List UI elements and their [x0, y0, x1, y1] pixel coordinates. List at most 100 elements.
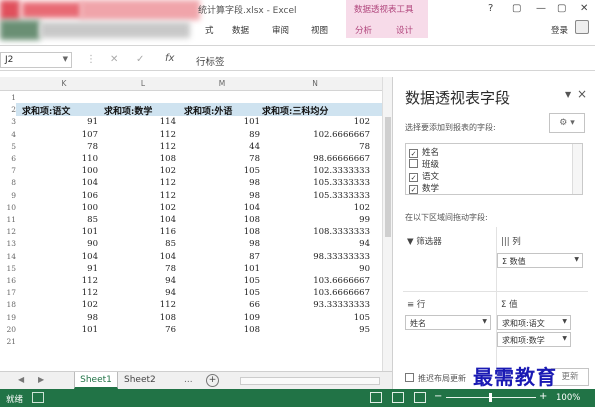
- table-cell[interactable]: 104: [28, 178, 98, 188]
- add-sheet-button[interactable]: +: [206, 374, 219, 387]
- table-cell[interactable]: 104: [106, 252, 176, 262]
- table-cell[interactable]: 91: [28, 117, 98, 127]
- chevron-down-icon[interactable]: ▼: [562, 318, 567, 325]
- chevron-down-icon[interactable]: ▼: [562, 335, 567, 342]
- table-cell[interactable]: 108: [190, 325, 260, 335]
- zoom-level[interactable]: 100%: [556, 393, 580, 403]
- rows-zone-item[interactable]: 姓名 ▼: [405, 315, 491, 330]
- table-cell[interactable]: 102: [270, 117, 370, 127]
- table-cell[interactable]: 98.66666667: [270, 154, 370, 164]
- table-cell[interactable]: 99: [270, 215, 370, 225]
- table-cell[interactable]: 102: [106, 203, 176, 213]
- tab-formulas[interactable]: 式: [205, 24, 214, 36]
- enter-icon[interactable]: ✓: [136, 54, 144, 65]
- table-cell[interactable]: 76: [106, 325, 176, 335]
- table-cell[interactable]: 101: [190, 117, 260, 127]
- defer-update-checkbox[interactable]: 推迟布局更新: [405, 373, 466, 384]
- ribbon-display-icon[interactable]: ▢: [512, 3, 521, 14]
- table-cell[interactable]: 105: [270, 313, 370, 323]
- table-cell[interactable]: 108.3333333: [270, 227, 370, 237]
- field-item-chinese[interactable]: ✓ 语文: [409, 170, 439, 182]
- column-header[interactable]: N: [305, 79, 325, 88]
- row-header[interactable]: 5: [0, 142, 16, 151]
- chevron-down-icon[interactable]: ▼: [574, 256, 579, 263]
- prev-sheet-icon[interactable]: ◀: [18, 375, 24, 384]
- table-cell[interactable]: 98.33333333: [270, 252, 370, 262]
- next-sheet-icon[interactable]: ▶: [38, 375, 44, 384]
- row-header[interactable]: 9: [0, 191, 16, 200]
- horizontal-scrollbar[interactable]: [240, 377, 380, 385]
- table-cell[interactable]: 105: [190, 288, 260, 298]
- normal-view-icon[interactable]: [370, 392, 382, 403]
- table-cell[interactable]: 90: [270, 264, 370, 274]
- table-cell[interactable]: 66: [190, 300, 260, 310]
- table-cell[interactable]: 103.6666667: [270, 288, 370, 298]
- table-cell[interactable]: 94: [270, 239, 370, 249]
- table-cell[interactable]: 105.3333333: [270, 191, 370, 201]
- checkbox-checked[interactable]: ✓: [409, 149, 418, 158]
- table-cell[interactable]: 78: [190, 154, 260, 164]
- row-header[interactable]: 11: [0, 215, 16, 224]
- help-icon[interactable]: ?: [488, 3, 493, 14]
- table-cell[interactable]: 108: [106, 154, 176, 164]
- chevron-down-icon[interactable]: ▼: [482, 318, 487, 325]
- tab-sheet2[interactable]: Sheet2: [124, 375, 156, 385]
- row-header[interactable]: 12: [0, 227, 16, 236]
- table-cell[interactable]: 98: [190, 191, 260, 201]
- table-cell[interactable]: 98: [190, 178, 260, 188]
- table-cell[interactable]: 102: [270, 203, 370, 213]
- zoom-out-button[interactable]: −: [434, 391, 442, 402]
- table-cell[interactable]: 102: [28, 300, 98, 310]
- table-cell[interactable]: 114: [106, 117, 176, 127]
- login-link[interactable]: 登录: [551, 24, 568, 36]
- table-cell[interactable]: 78: [106, 264, 176, 274]
- table-cell[interactable]: 100: [28, 166, 98, 176]
- checkbox-unchecked[interactable]: [409, 159, 418, 168]
- row-header[interactable]: 14: [0, 252, 16, 261]
- page-layout-icon[interactable]: [392, 392, 404, 403]
- table-cell[interactable]: 94: [106, 288, 176, 298]
- table-cell[interactable]: 108: [106, 313, 176, 323]
- table-cell[interactable]: 112: [28, 276, 98, 286]
- more-sheets-button[interactable]: ...: [184, 375, 193, 385]
- chevron-down-icon[interactable]: ▼: [565, 90, 571, 99]
- values-zone-item[interactable]: 求和项:语文 ▼: [497, 315, 571, 330]
- column-header[interactable]: K: [54, 79, 74, 88]
- row-header[interactable]: 3: [0, 117, 16, 126]
- table-cell[interactable]: 93.33333333: [270, 300, 370, 310]
- close-icon[interactable]: ✕: [580, 3, 588, 14]
- macro-record-icon[interactable]: [32, 392, 44, 403]
- tab-sheet1[interactable]: Sheet1: [74, 372, 118, 389]
- formula-input[interactable]: 行标签: [196, 54, 225, 68]
- vertical-scrollbar[interactable]: [382, 77, 392, 371]
- table-cell[interactable]: 90: [28, 239, 98, 249]
- table-cell[interactable]: 98: [28, 313, 98, 323]
- table-cell[interactable]: 102.6666667: [270, 130, 370, 140]
- values-zone-item[interactable]: 求和项:数学 ▼: [497, 332, 571, 347]
- table-cell[interactable]: 106: [28, 191, 98, 201]
- row-header[interactable]: 19: [0, 313, 16, 322]
- table-cell[interactable]: 100: [28, 203, 98, 213]
- page-break-icon[interactable]: [414, 392, 426, 403]
- table-cell[interactable]: 108: [190, 227, 260, 237]
- table-cell[interactable]: 112: [28, 288, 98, 298]
- table-cell[interactable]: 112: [106, 191, 176, 201]
- field-list-scrollbar[interactable]: [572, 144, 582, 194]
- table-cell[interactable]: 110: [28, 154, 98, 164]
- user-avatar-icon[interactable]: [575, 20, 589, 34]
- header-cell[interactable]: 求和项:数学: [104, 104, 152, 117]
- row-header[interactable]: 17: [0, 288, 16, 297]
- table-cell[interactable]: 85: [106, 239, 176, 249]
- field-item-class[interactable]: 班级: [409, 158, 439, 170]
- table-cell[interactable]: 112: [106, 300, 176, 310]
- table-cell[interactable]: 102: [106, 166, 176, 176]
- table-cell[interactable]: 104: [190, 203, 260, 213]
- row-header[interactable]: 4: [0, 130, 16, 139]
- tab-analyze[interactable]: 分析: [355, 24, 372, 36]
- row-header[interactable]: 20: [0, 325, 16, 334]
- row-header[interactable]: 7: [0, 166, 16, 175]
- tab-view[interactable]: 视图: [311, 24, 328, 36]
- table-cell[interactable]: 78: [270, 142, 370, 152]
- row-header[interactable]: 1: [0, 93, 16, 102]
- table-cell[interactable]: 105: [190, 276, 260, 286]
